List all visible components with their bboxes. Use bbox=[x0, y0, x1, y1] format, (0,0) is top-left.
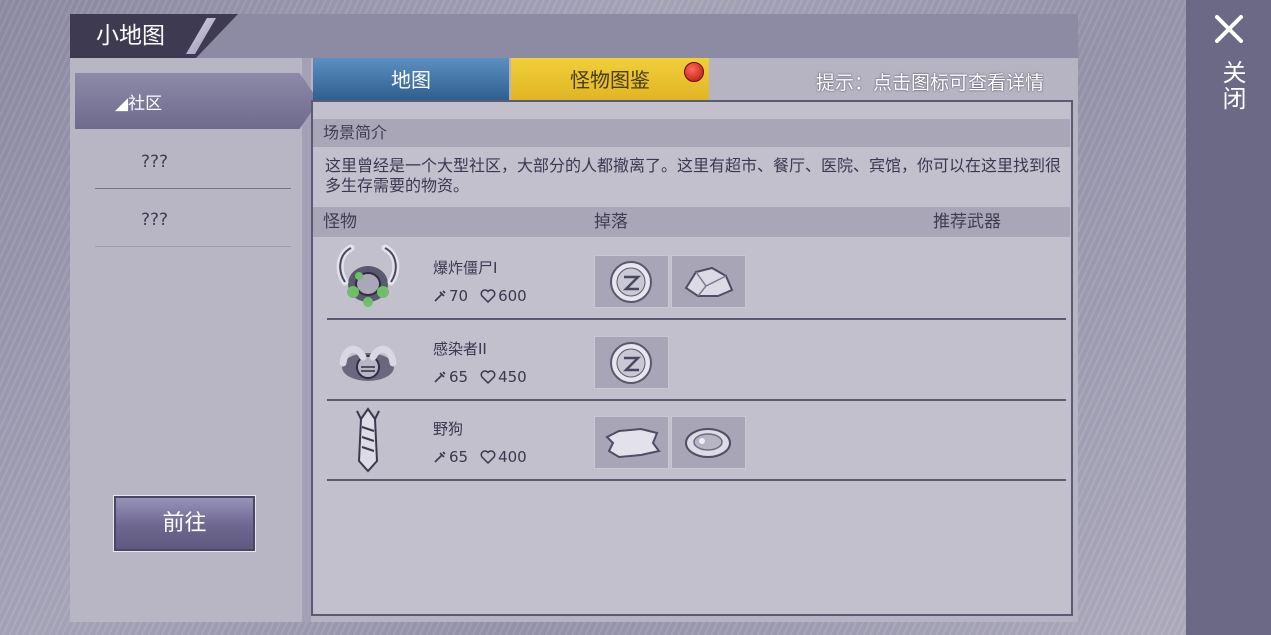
sidebar-item-label: ??? bbox=[141, 210, 169, 230]
monster-stats: 65 400 bbox=[433, 448, 527, 466]
drop-slot[interactable] bbox=[594, 255, 669, 308]
attack-value: 65 bbox=[449, 368, 469, 386]
hp-value: 600 bbox=[498, 287, 527, 305]
monster-name: 野狗 bbox=[433, 420, 464, 438]
coin-icon bbox=[610, 261, 652, 303]
exploding-zombie-icon[interactable] bbox=[331, 242, 405, 314]
drop-slot[interactable] bbox=[671, 416, 746, 469]
drop-slot[interactable] bbox=[671, 255, 746, 308]
table-row: 野狗 65 400 bbox=[327, 399, 1066, 481]
goto-button[interactable]: 前往 bbox=[113, 495, 256, 552]
close-label[interactable]: 关闭 bbox=[1212, 60, 1246, 112]
monster-name: 爆炸僵尸I bbox=[433, 259, 498, 277]
column-drops: 掉落 bbox=[594, 212, 628, 232]
monster-stats: 70 600 bbox=[433, 287, 527, 305]
meat-icon bbox=[685, 428, 731, 458]
sidebar-item-unknown-1[interactable]: ??? bbox=[95, 138, 291, 189]
attack-value: 65 bbox=[449, 448, 469, 466]
heart-icon bbox=[480, 450, 496, 464]
table-row: 爆炸僵尸I 70 600 bbox=[327, 238, 1066, 320]
hint-text: 提示：点击图标可查看详情 bbox=[816, 72, 1045, 94]
sidebar-item-unknown-2[interactable]: ??? bbox=[95, 196, 291, 247]
wild-dog-icon[interactable] bbox=[331, 403, 405, 475]
sidebar-divider bbox=[302, 58, 311, 622]
attack-icon bbox=[434, 451, 446, 463]
heart-icon bbox=[480, 289, 496, 303]
column-weapon: 推荐武器 bbox=[933, 212, 1001, 232]
close-icon[interactable] bbox=[1212, 12, 1246, 46]
notification-dot bbox=[684, 62, 704, 82]
window-title: 小地图 bbox=[96, 23, 165, 49]
monster-name: 感染者II bbox=[433, 340, 487, 358]
drop-slot[interactable] bbox=[594, 336, 669, 389]
hp-value: 450 bbox=[498, 368, 527, 386]
tab-map[interactable]: 地图 bbox=[313, 58, 509, 100]
attack-value: 70 bbox=[449, 287, 469, 305]
scene-description: 这里曾经是一个大型社区，大部分的人都撤离了。这里有超市、餐厅、医院、宾馆，你可以… bbox=[325, 156, 1062, 195]
ore-icon bbox=[684, 266, 734, 297]
sidebar-category-community[interactable]: ◢社区 bbox=[75, 73, 319, 129]
sidebar-category-label: ◢社区 bbox=[115, 94, 163, 114]
coin-icon bbox=[610, 342, 652, 384]
sidebar-item-label: ??? bbox=[141, 152, 169, 172]
hp-value: 400 bbox=[498, 448, 527, 466]
scene-header: 场景简介 bbox=[313, 119, 1070, 147]
hide-icon bbox=[605, 427, 661, 459]
attack-icon bbox=[434, 371, 446, 383]
infected-icon[interactable] bbox=[331, 323, 405, 395]
monster-stats: 65 450 bbox=[433, 368, 527, 386]
heart-icon bbox=[480, 370, 496, 384]
column-monster: 怪物 bbox=[323, 212, 357, 232]
table-header: 怪物 掉落 推荐武器 bbox=[313, 207, 1070, 237]
table-row: 感染者II 65 450 bbox=[327, 319, 1066, 401]
drop-slot[interactable] bbox=[594, 416, 669, 469]
attack-icon bbox=[434, 290, 446, 302]
